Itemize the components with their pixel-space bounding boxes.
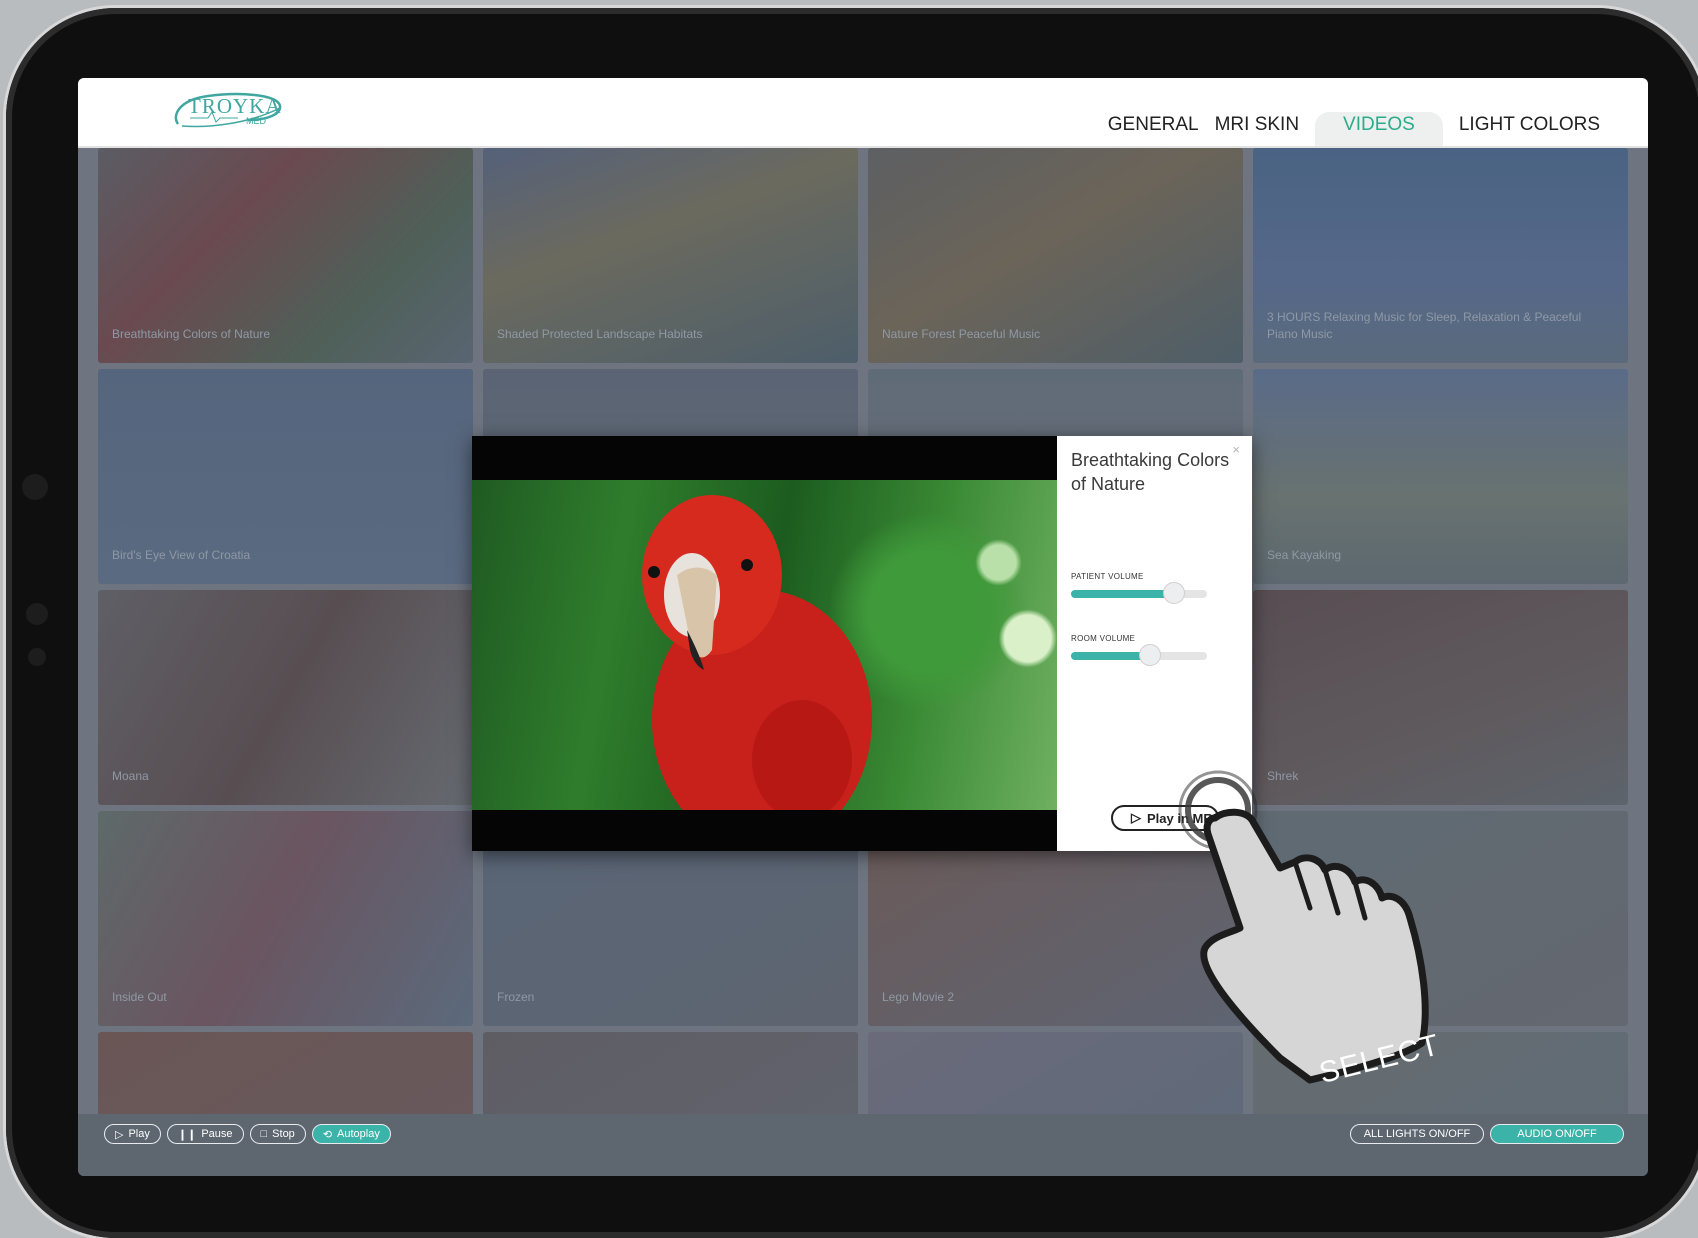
video-tile[interactable]: Moana — [98, 590, 473, 805]
stop-icon: □ — [260, 1128, 268, 1140]
audio-toggle-button[interactable]: AUDIO ON/OFF — [1490, 1124, 1624, 1144]
video-tile[interactable]: Bird's Eye View of Croatia — [98, 369, 473, 584]
video-tile[interactable]: Breathtaking Colors of Nature — [98, 148, 473, 363]
side-sensor — [22, 474, 48, 500]
slider-knob[interactable] — [1138, 644, 1161, 666]
video-preview-modal: × Breathtaking Colors of Nature PATIENT … — [472, 436, 1252, 851]
video-tile[interactable]: Shaded Protected Landscape Habitats — [483, 148, 858, 363]
room-volume-slider[interactable] — [1071, 644, 1207, 666]
video-tile[interactable]: 3 HOURS Relaxing Music for Sleep, Relaxa… — [1253, 148, 1628, 363]
video-tile-title: Frozen — [497, 990, 535, 1004]
patient-volume-slider[interactable] — [1071, 582, 1207, 604]
video-tile-title: Sea Kayaking — [1267, 548, 1342, 562]
troyka-med-logo: TROYKA MED — [168, 88, 288, 130]
play-icon: ▷ — [115, 1128, 124, 1141]
playback-buttons: ▷ Play ❙❙ Pause □ Stop ⟲ Autoplay — [104, 1124, 391, 1144]
all-lights-toggle-button[interactable]: ALL LIGHTS ON/OFF — [1350, 1124, 1484, 1144]
app-header: TROYKA MED GENERAL MRI SKIN VIDEOS LIGHT… — [78, 78, 1648, 148]
playback-control-bar: ▷ Play ❙❙ Pause □ Stop ⟲ Autoplay ALL LIGHTS… — [78, 1114, 1648, 1176]
play-button[interactable]: ▷ Play — [104, 1124, 161, 1144]
play-icon: ▷ — [1131, 810, 1141, 825]
tab-light-colors[interactable]: LIGHT COLORS — [1451, 112, 1608, 146]
main-nav: GENERAL MRI SKIN VIDEOS LIGHT COLORS — [1100, 102, 1608, 146]
video-tile-title: Bird's Eye View of Croatia — [112, 548, 251, 562]
tab-mri-skin[interactable]: MRI SKIN — [1207, 112, 1307, 146]
side-sensor — [28, 648, 46, 666]
room-volume-label: ROOM VOLUME — [1071, 634, 1136, 643]
repeat-icon: ⟲ — [322, 1128, 333, 1141]
logo-text: TROYKA — [188, 94, 282, 118]
room-buttons: ALL LIGHTS ON/OFF AUDIO ON/OFF — [1350, 1124, 1624, 1144]
slider-fill — [1071, 590, 1175, 598]
video-tile-title: Inside Out — [112, 990, 167, 1004]
pause-icon: ❙❙ — [177, 1128, 197, 1141]
slider-knob[interactable] — [1163, 582, 1186, 604]
tab-videos[interactable]: VIDEOS — [1315, 112, 1443, 146]
close-icon[interactable]: × — [1232, 442, 1240, 457]
parrot-image-icon — [642, 495, 872, 850]
video-player[interactable] — [472, 436, 1057, 851]
video-tile[interactable]: Sea Kayaking — [1253, 369, 1628, 584]
video-frame-parrot — [472, 480, 1057, 850]
video-tile[interactable]: Inside Out — [98, 811, 473, 1026]
video-tile-title: Shaded Protected Landscape Habitats — [497, 327, 703, 341]
pause-label: Pause — [201, 1128, 233, 1140]
play-label: Play — [128, 1128, 150, 1140]
pause-button[interactable]: ❙❙ Pause — [166, 1124, 244, 1144]
video-tile-title: Moana — [112, 769, 149, 783]
autoplay-label: Autoplay — [337, 1128, 380, 1140]
video-tile-title: Nature Forest Peaceful Music — [882, 327, 1041, 341]
video-tile[interactable]: Nature Forest Peaceful Music — [868, 148, 1243, 363]
video-tile-title: 3 HOURS Relaxing Music for Sleep, Relaxa… — [1267, 310, 1582, 341]
side-sensor — [26, 603, 48, 625]
autoplay-button[interactable]: ⟲ Autoplay — [311, 1124, 391, 1144]
stop-label: Stop — [272, 1128, 295, 1140]
video-title: Breathtaking Colors of Nature — [1071, 450, 1230, 494]
stop-button[interactable]: □ Stop — [249, 1124, 306, 1144]
tab-general[interactable]: GENERAL — [1100, 112, 1207, 146]
logo-subtext: MED — [246, 116, 266, 126]
video-tile-title: Breathtaking Colors of Nature — [112, 327, 271, 341]
patient-volume-label: PATIENT VOLUME — [1071, 572, 1144, 581]
